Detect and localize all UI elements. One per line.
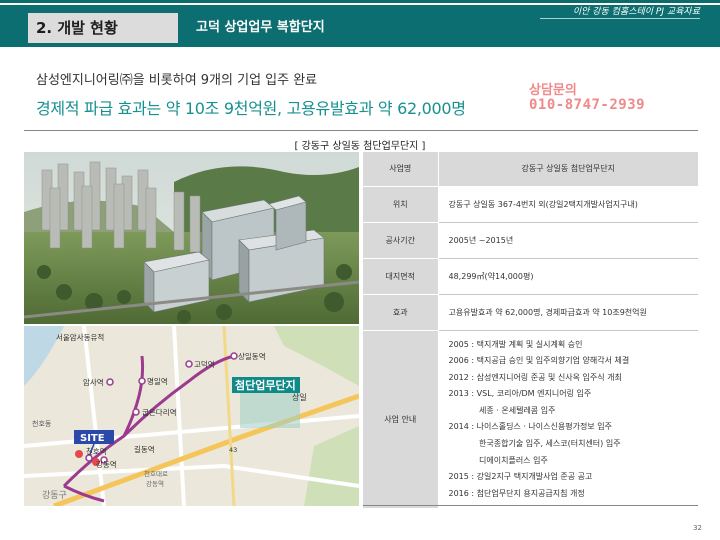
list-item: 2013 : VSL, 코리아/DM 엔지니어링 입주 <box>448 389 592 399</box>
site-marker-label: SITE <box>80 433 105 444</box>
table-value: 고용유발효과 약 62,000명, 경제파급효과 약 10조9천억원 <box>438 294 698 331</box>
list-item: 2012 : 삼성엔지니어링 준공 및 신사옥 입주식 개최 <box>448 372 622 382</box>
map-label-gil: 길동역 <box>134 444 155 454</box>
map-label-district: 강동구 <box>42 490 67 501</box>
table-row: 효과 고용유발효과 약 62,000명, 경제파급효과 약 10조9천억원 <box>363 294 698 331</box>
table-key: 효과 <box>363 294 439 331</box>
consult-phone: 010-8747-2939 <box>529 97 646 113</box>
map-label-gangdong: 강동역 <box>96 459 117 469</box>
header-top-line <box>0 0 720 3</box>
map-label-godeok: 고덕역 <box>194 359 215 369</box>
table-row: 공사기간 2005년 ~2015년 <box>363 222 698 259</box>
document-label-underline <box>540 18 700 19</box>
map-label-heritage: 서울암사동유적 <box>56 332 104 342</box>
consult-label: 상담문의 <box>529 83 577 98</box>
history-cell: 2005 : 택지개발 계획 및 실시계획 승인 2006 : 택지공급 승인 … <box>438 330 699 509</box>
page-subtitle: 고덕 상업업무 복합단지 <box>196 20 325 35</box>
table-key: 공사기간 <box>363 222 439 259</box>
figure-caption: [ 강동구 상일동 첨단업무단지 ] <box>294 141 426 152</box>
intro-highlight: 경제적 파급 효과는 약 10조 9천억원, 고용유발효과 약 62,000명 <box>36 99 466 118</box>
map-label-gubeundari: 굽은다리역 <box>142 407 177 417</box>
map-label-hw43: 43 <box>229 446 237 454</box>
map-label-cheonho: 천호역 <box>86 446 107 456</box>
document-label: 이안 강동 컴홈스테이 PJ 교육자료 <box>572 7 700 17</box>
table-row: 사업 안내 2005 : 택지개발 계획 및 실시계획 승인 2006 : 택지… <box>363 330 699 509</box>
table-row: 사업명 강동구 상일동 첨단업무단지 <box>363 152 698 187</box>
list-item: 세종 · 온세텔레콤 입주 <box>448 405 556 415</box>
separator-line <box>24 130 698 131</box>
history-list: 2005 : 택지개발 계획 및 실시계획 승인 2006 : 택지공급 승인 … <box>449 331 699 509</box>
map-label-dist-small: 천호동 <box>32 419 52 428</box>
table-key: 사업명 <box>363 152 439 187</box>
table-value: 48,299㎡(약14,000평) <box>438 258 698 295</box>
list-item: 2016 : 첨단업무단지 용지공급지침 개정 <box>448 488 585 498</box>
rendering-illustration <box>24 152 359 324</box>
list-item: 한국종합기술 입주, 세스코(터치센터) 입주 <box>448 439 621 449</box>
location-map: 서울암사동유적 고덕역 상일동역 암사역 명일역 굽은다리역 천호역 강동역 길… <box>24 326 359 506</box>
table-value: 강동구 상일동 367-4번지 외(강일2택지개발사업지구내) <box>438 186 698 223</box>
map-label-amsa: 암사역 <box>83 377 104 387</box>
list-item: 디에이치플러스 입주 <box>448 455 548 465</box>
project-info-table: 사업명 강동구 상일동 첨단업무단지 위치 강동구 상일동 367-4번지 외(… <box>363 152 698 509</box>
map-site-label: 첨단업무단지 <box>235 378 296 392</box>
list-item: 2006 : 택지공급 승인 및 입주의향기업 양해각서 체결 <box>448 356 630 366</box>
map-label-road: 천호대로 <box>144 469 168 478</box>
section-title: 2. 개발 현황 <box>28 13 178 43</box>
table-value: 강동구 상일동 첨단업무단지 <box>438 152 698 187</box>
complex-rendering-image <box>24 152 359 324</box>
map-label-ic: 상일 <box>292 392 307 402</box>
table-key: 대지면적 <box>363 258 439 295</box>
map-label-myeongil: 명일역 <box>147 376 168 386</box>
map-label-road2: 강동역 <box>146 479 164 488</box>
table-bottom-line <box>363 505 698 506</box>
list-item: 2014 : 나이스홀딩스 · 나이스신용평가정보 입주 <box>448 422 612 432</box>
intro-text: 삼성엔지니어링㈜을 비롯하여 9개의 기업 입주 완료 <box>36 73 318 88</box>
location-map-illustration: 서울암사동유적 고덕역 상일동역 암사역 명일역 굽은다리역 천호역 강동역 길… <box>24 326 359 506</box>
page-number: 32 <box>693 524 702 532</box>
list-item: 2015 : 강일2지구 택지개발사업 준공 공고 <box>448 472 593 482</box>
list-item: 2005 : 택지개발 계획 및 실시계획 승인 <box>448 339 583 349</box>
table-key: 사업 안내 <box>363 330 439 509</box>
table-value: 2005년 ~2015년 <box>438 222 698 259</box>
table-key: 위치 <box>363 186 439 223</box>
table-row: 대지면적 48,299㎡(약14,000평) <box>363 258 698 295</box>
table-row: 위치 강동구 상일동 367-4번지 외(강일2택지개발사업지구내) <box>363 186 698 223</box>
map-label-sangil: 상일동역 <box>238 351 266 361</box>
